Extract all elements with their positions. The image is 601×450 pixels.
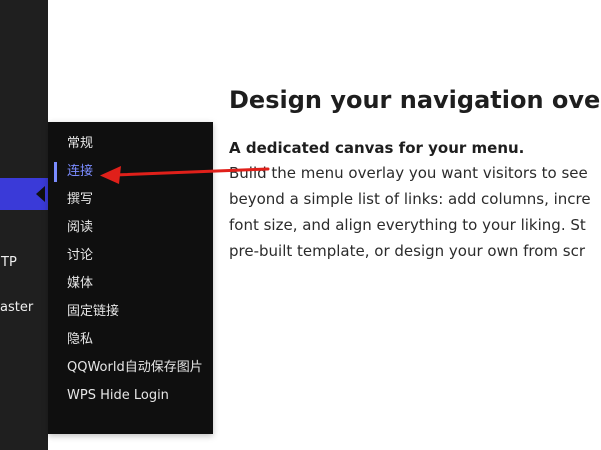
submenu-item-qqworld-autosave[interactable]: QQWorld自动保存图片 (48, 354, 213, 382)
paragraph-line: Build the menu overlay you want visitors… (229, 164, 588, 182)
sidebar-item-ftp-partial[interactable]: TP (0, 255, 48, 270)
active-menu-notch (36, 186, 45, 202)
submenu-item-media[interactable]: 媒体 (48, 270, 213, 298)
submenu-item-privacy[interactable]: 隐私 (48, 326, 213, 354)
submenu-item-permalinks[interactable]: 固定链接 (48, 298, 213, 326)
page-heading: Design your navigation overlay (229, 86, 601, 114)
paragraph-line: beyond a simple list of links: add colum… (229, 190, 591, 208)
submenu-item-general[interactable]: 常规 (48, 130, 213, 158)
submenu-item-reading[interactable]: 阅读 (48, 214, 213, 242)
section-subheading: A dedicated canvas for your menu. (229, 139, 525, 157)
sidebar-item-master-partial[interactable]: aster (0, 300, 48, 315)
admin-sidebar: TP aster (0, 0, 48, 450)
submenu-item-discussion[interactable]: 讨论 (48, 242, 213, 270)
main-content: Design your navigation overlay A dedicat… (229, 86, 601, 264)
submenu-item-connection[interactable]: 连接 (48, 158, 213, 186)
submenu-item-writing[interactable]: 撰写 (48, 186, 213, 214)
submenu-item-wps-hide-login[interactable]: WPS Hide Login (48, 382, 213, 410)
settings-submenu: 常规 连接 撰写 阅读 讨论 媒体 固定链接 隐私 QQWorld自动保存图片 … (48, 122, 213, 434)
paragraph-line: font size, and align everything to your … (229, 216, 586, 234)
paragraph-line: pre-built template, or design your own f… (229, 242, 586, 260)
